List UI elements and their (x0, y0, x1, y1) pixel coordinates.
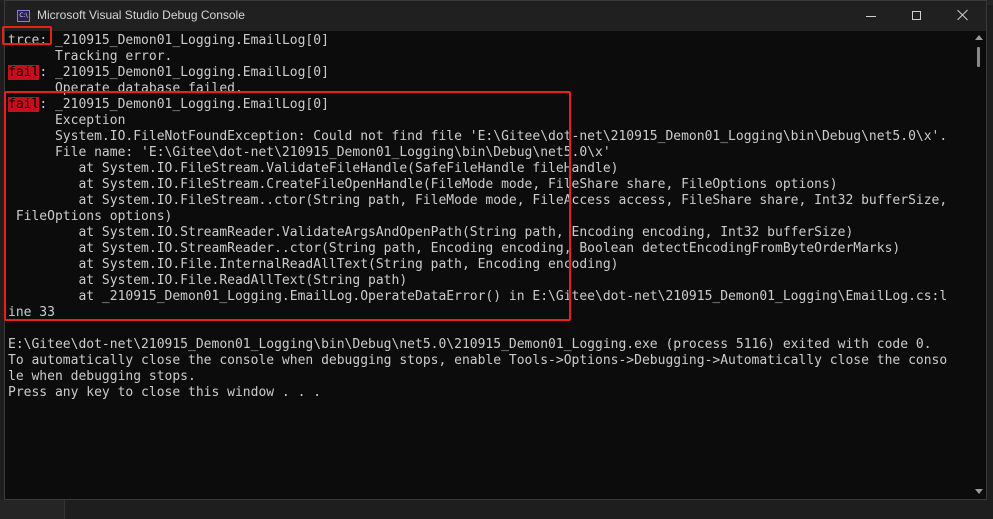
scroll-down-arrow-icon[interactable] (975, 489, 983, 494)
console-app-icon: C:\ (17, 10, 30, 22)
background-editor-bottom (0, 500, 993, 519)
vertical-scrollbar[interactable] (971, 33, 986, 499)
console-line: Tracking error. (8, 49, 173, 64)
console-line: E:\Gitee\dot-net\210915_Demon01_Logging\… (8, 337, 932, 352)
annotation-box-trce (2, 26, 52, 45)
maximize-button[interactable] (894, 1, 940, 31)
background-editor-gutter (0, 500, 65, 519)
annotation-box-exception (4, 91, 571, 321)
close-button[interactable] (940, 1, 986, 31)
scrollbar-thumb[interactable] (977, 47, 980, 67)
console-line: Press any key to close this window . . . (8, 385, 322, 400)
log-level-tag-fail: fail (8, 65, 40, 80)
scroll-up-arrow-icon[interactable] (975, 35, 983, 40)
minimize-icon (866, 16, 876, 17)
console-line: To automatically close the console when … (8, 353, 948, 368)
log-category: : _210915_Demon01_Logging.EmailLog[0] (39, 65, 329, 80)
minimize-button[interactable] (848, 1, 894, 31)
window-title: Microsoft Visual Studio Debug Console (37, 8, 245, 22)
close-icon (957, 9, 969, 21)
log-category: : _210915_Demon01_Logging.EmailLog[0] (39, 33, 329, 48)
console-line: trce: _210915_Demon01_Logging.EmailLog[0… (8, 33, 968, 49)
maximize-icon (912, 11, 921, 20)
console-line: le when debugging stops. (8, 369, 196, 384)
title-bar[interactable]: C:\ Microsoft Visual Studio Debug Consol… (5, 1, 986, 31)
console-line: fail: _210915_Demon01_Logging.EmailLog[0… (8, 65, 968, 81)
